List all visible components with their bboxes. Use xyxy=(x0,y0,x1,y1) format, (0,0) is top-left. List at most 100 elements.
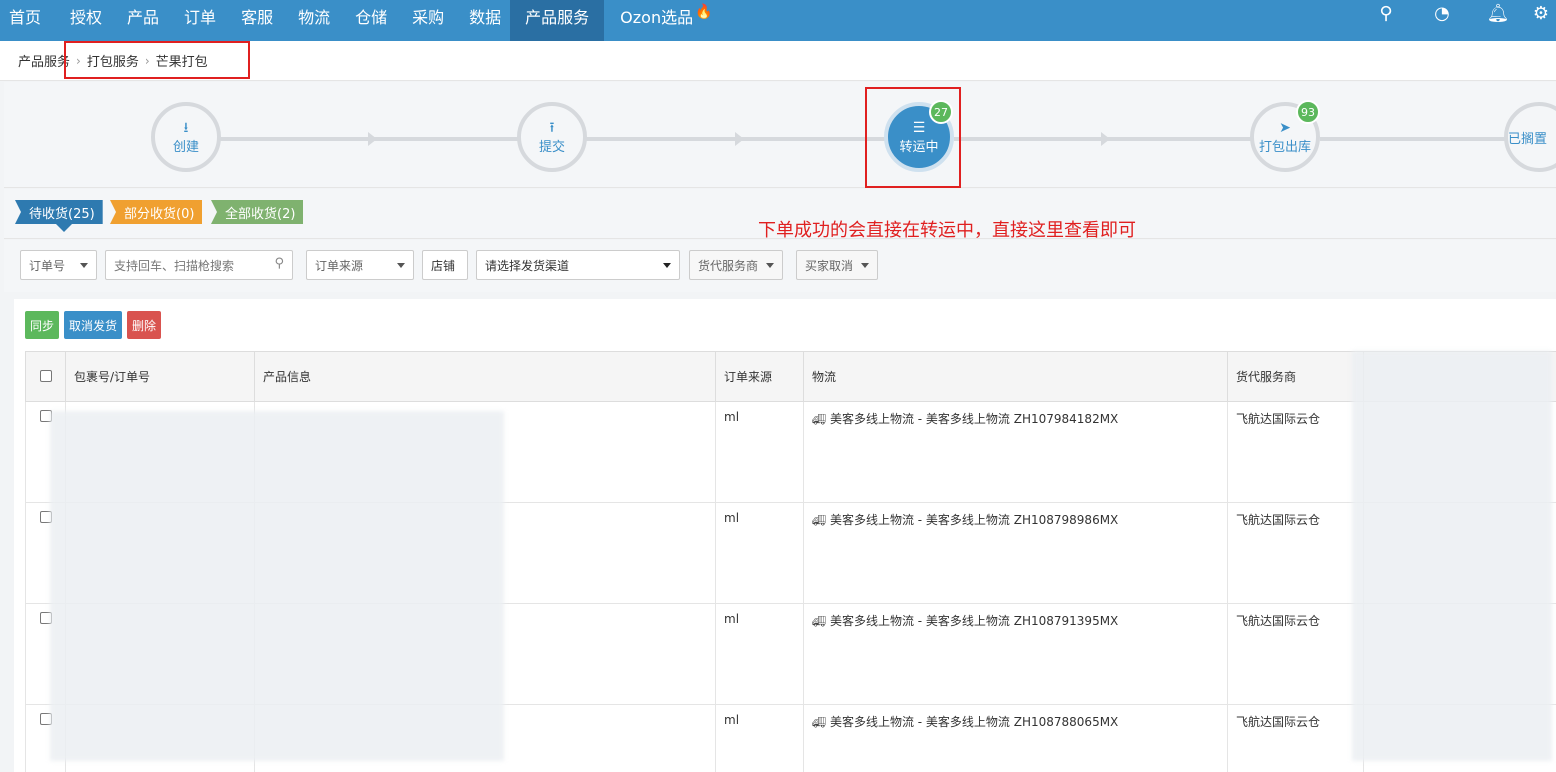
qq-icon[interactable]: ◔ xyxy=(1414,3,1470,24)
nav-data[interactable]: 数据 xyxy=(453,0,510,41)
nav-purchase[interactable]: 采购 xyxy=(396,0,453,41)
filter-bar: 订单号 支持回车、扫描枪搜索 ⚲ 订单来源 店铺 请选择发货渠道 货代服务商 买… xyxy=(4,240,1556,292)
list-icon: ☰ xyxy=(912,119,926,136)
redacted-area xyxy=(1352,351,1552,761)
source-cell: ml xyxy=(715,401,804,503)
breadcrumb: 产品服务 › 打包服务 › 芒果打包 xyxy=(0,41,1556,81)
table-header-row: 包裹号/订单号 产品信息 订单来源 物流 货代服务商 xyxy=(25,351,1556,402)
nav-ozon-label: Ozon选品 xyxy=(620,8,694,27)
annotation-note: 下单成功的会直接在转运中，直接这里查看即可 xyxy=(758,220,1136,241)
column-header: 包裹号/订单号 xyxy=(65,351,255,402)
step-label: 打包出库 xyxy=(1258,139,1311,155)
breadcrumb-item[interactable]: 产品服务 xyxy=(18,51,70,70)
order-source-label: 订单来源 xyxy=(315,258,364,273)
arrow-right-icon xyxy=(368,132,377,146)
orders-panel: 同步 取消发货 删除 包裹号/订单号 产品信息 订单来源 物流 货代服务商 ml xyxy=(14,299,1556,772)
caret-down-icon xyxy=(80,263,88,268)
source-cell: ml xyxy=(715,704,804,772)
forwarder-cell: 飞航达国际云仓 xyxy=(1227,603,1364,705)
channel-label: 请选择发货渠道 xyxy=(485,258,570,273)
logistics-text: 美客多线上物流 - 美客多线上物流 ZH107984182MX xyxy=(829,412,1119,426)
step-label: 创建 xyxy=(172,139,199,155)
process-steps: ⭳ 创建 ⭱ 提交 ☰ 转运中 27 ➤ 打包出库 93 已搁置 xyxy=(4,82,1556,188)
tab-pending-receive[interactable]: 待收货(25) xyxy=(15,200,103,224)
cancel-shipment-button[interactable]: 取消发货 xyxy=(64,311,123,339)
search-icon[interactable]: ⚲ xyxy=(1358,3,1414,24)
sync-button[interactable]: 同步 xyxy=(25,311,60,339)
search-placeholder: 支持回车、扫描枪搜索 xyxy=(114,258,235,273)
chevron-right-icon: › xyxy=(144,53,150,68)
forwarder-select[interactable]: 货代服务商 xyxy=(689,250,783,280)
tab-all-received[interactable]: 全部收货(2) xyxy=(211,200,304,224)
fire-icon: 🔥 xyxy=(695,4,713,20)
logistics-cell: 🚚︎ 美客多线上物流 - 美客多线上物流 ZH108798986MX xyxy=(803,502,1228,604)
forwarder-cell: 飞航达国际云仓 xyxy=(1227,502,1364,604)
nav-warehouse[interactable]: 仓储 xyxy=(339,0,396,41)
shipping-channel-select[interactable]: 请选择发货渠道 xyxy=(476,250,680,280)
step-label: 已搁置 xyxy=(1508,131,1548,147)
breadcrumb-item: 芒果打包 xyxy=(155,55,208,70)
navbar-right-icons: ⚲ ◔ 🔔︎ ⚙ xyxy=(1358,0,1556,41)
bell-icon[interactable]: 🔔︎ xyxy=(1470,3,1526,24)
select-all-checkbox[interactable] xyxy=(39,370,52,382)
nav-orders[interactable]: 订单 xyxy=(168,0,225,41)
nav-ozon-selection[interactable]: Ozon选品 🔥 xyxy=(604,0,721,41)
step-connector xyxy=(1320,137,1510,141)
forwarder-cell: 飞航达国际云仓 xyxy=(1227,401,1364,503)
caret-down-icon xyxy=(861,263,869,268)
forwarder-label: 货代服务商 xyxy=(698,258,759,273)
source-cell: ml xyxy=(715,603,804,705)
store-button[interactable]: 店铺 xyxy=(422,250,468,280)
caret-down-icon xyxy=(397,263,405,268)
buyer-cancel-label: 买家取消 xyxy=(805,258,854,273)
nav-authorize[interactable]: 授权 xyxy=(50,0,111,41)
search-input[interactable]: 支持回车、扫描枪搜索 ⚲ xyxy=(105,250,293,280)
redacted-area xyxy=(50,411,504,761)
forwarder-cell: 飞航达国际云仓 xyxy=(1227,704,1364,772)
logistics-text: 美客多线上物流 - 美客多线上物流 ZH108791395MX xyxy=(829,614,1119,628)
send-icon: ➤ xyxy=(1279,119,1291,136)
logistics-cell: 🚚︎ 美客多线上物流 - 美客多线上物流 ZH108788065MX xyxy=(803,704,1228,772)
download-icon: ⭳ xyxy=(183,119,189,136)
nav-products[interactable]: 产品 xyxy=(111,0,168,41)
truck-icon: 🚚︎ xyxy=(812,615,826,628)
caret-down-icon xyxy=(663,263,671,268)
search-icon[interactable]: ⚲ xyxy=(274,256,284,271)
nav-product-service[interactable]: 产品服务 xyxy=(510,0,605,41)
truck-icon: 🚚︎ xyxy=(812,413,826,426)
chevron-right-icon: › xyxy=(76,53,81,68)
step-create[interactable]: ⭳ 创建 xyxy=(151,102,221,172)
logistics-cell: 🚚︎ 美客多线上物流 - 美客多线上物流 ZH107984182MX xyxy=(803,401,1228,503)
arrow-right-icon xyxy=(735,132,744,146)
nav-customer-service[interactable]: 客服 xyxy=(225,0,282,41)
active-tab-pointer xyxy=(56,224,72,232)
logistics-cell: 🚚︎ 美客多线上物流 - 美客多线上物流 ZH108791395MX xyxy=(803,603,1228,705)
upload-icon: ⭱ xyxy=(549,119,555,136)
order-no-label: 订单号 xyxy=(29,258,66,273)
tab-partial-receive[interactable]: 部分收货(0) xyxy=(110,200,203,224)
order-no-select[interactable]: 订单号 xyxy=(20,250,97,280)
select-all-cell xyxy=(25,351,66,402)
column-header: 产品信息 xyxy=(254,351,716,402)
truck-icon: 🚚︎ xyxy=(812,514,826,527)
step-label: 提交 xyxy=(538,139,565,155)
arrow-right-icon xyxy=(1101,132,1110,146)
order-source-select[interactable]: 订单来源 xyxy=(306,250,414,280)
count-badge: 27 xyxy=(929,100,953,124)
gear-icon[interactable]: ⚙ xyxy=(1526,3,1556,24)
nav-logistics[interactable]: 物流 xyxy=(282,0,339,41)
step-on-hold[interactable]: 已搁置 xyxy=(1504,102,1556,172)
count-badge: 93 xyxy=(1296,100,1320,124)
buyer-cancel-select[interactable]: 买家取消 xyxy=(796,250,878,280)
breadcrumb-item[interactable]: 打包服务 xyxy=(87,51,139,70)
column-header: 订单来源 xyxy=(715,351,804,402)
top-navbar: 首页 授权 产品 订单 客服 物流 仓储 采购 数据 产品服务 Ozon选品 🔥… xyxy=(0,0,1556,41)
logistics-text: 美客多线上物流 - 美客多线上物流 ZH108788065MX xyxy=(829,715,1119,729)
caret-down-icon xyxy=(766,263,774,268)
column-header: 物流 xyxy=(803,351,1228,402)
column-header: 货代服务商 xyxy=(1227,351,1364,402)
delete-button[interactable]: 删除 xyxy=(127,311,162,339)
logistics-text: 美客多线上物流 - 美客多线上物流 ZH108798986MX xyxy=(829,513,1119,527)
nav-home[interactable]: 首页 xyxy=(0,0,50,41)
step-submit[interactable]: ⭱ 提交 xyxy=(517,102,587,172)
